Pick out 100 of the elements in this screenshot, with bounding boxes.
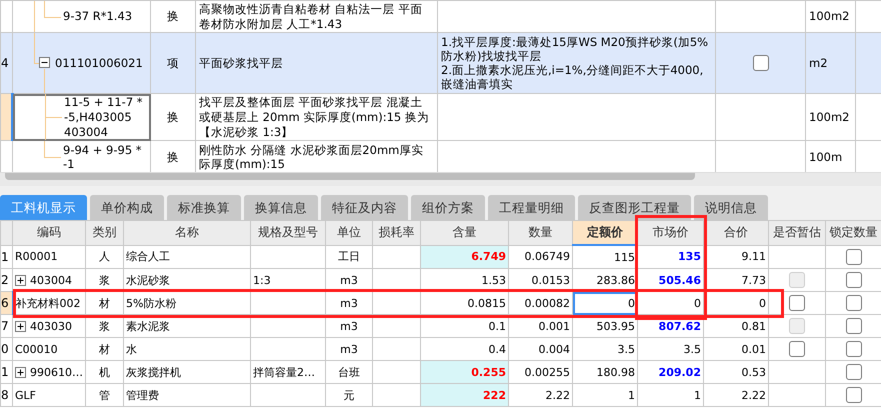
unit-text: 100m bbox=[809, 150, 842, 164]
column-header[interactable]: 含量 bbox=[420, 220, 508, 245]
row-number: 8 bbox=[0, 384, 12, 406]
total-cell: 0 bbox=[759, 296, 766, 310]
expand-icon[interactable] bbox=[15, 320, 26, 332]
name-cell: 素水泥浆 bbox=[126, 320, 170, 332]
collapse-icon[interactable] bbox=[39, 57, 50, 68]
checkbox[interactable] bbox=[846, 387, 862, 403]
content-cell: 1.53 bbox=[482, 274, 506, 286]
column-header[interactable]: 锁定数量 bbox=[826, 220, 881, 245]
column-header[interactable]: 编码 bbox=[12, 220, 86, 245]
tab[interactable]: 工程量明细 bbox=[488, 195, 575, 220]
price-cell: 0 bbox=[628, 296, 635, 310]
quantity-cell: 0.004 bbox=[538, 342, 570, 356]
tree-line bbox=[34, 2, 35, 32]
item-name: 高聚物改性沥青自粘卷材 自粘法一层 平面卷材防水附加层 人工*1.43 bbox=[199, 2, 422, 30]
checkbox[interactable] bbox=[846, 272, 862, 288]
type-text: 换 bbox=[167, 110, 179, 124]
tab[interactable]: 反查图形工程量 bbox=[578, 195, 691, 220]
feature-text: 1.找平层厚度:最薄处15厚WS M20预拌砂浆(加5%防水粉)找坡找平层 2.面上撒素水泥压光,i=1%,分缝间距不大于4000,嵌缝油膏填实 bbox=[441, 35, 708, 91]
type-cell: 材 bbox=[99, 342, 110, 356]
type-text: 项 bbox=[167, 56, 179, 70]
total-cell: 0.01 bbox=[742, 342, 766, 356]
quantity-cell: 0.00255 bbox=[524, 366, 570, 378]
column-header[interactable]: 市场价 bbox=[638, 220, 704, 245]
type-text: 换 bbox=[167, 150, 179, 164]
code-cell: GLF bbox=[15, 388, 36, 402]
price-cell: 209.02 bbox=[658, 366, 701, 378]
tab[interactable]: 标准换算 bbox=[167, 195, 241, 220]
column-header[interactable]: 数量 bbox=[508, 220, 572, 245]
tab[interactable]: 换算信息 bbox=[244, 195, 318, 220]
spec-cell: 1:3 bbox=[253, 274, 271, 286]
unit-cell: m3 bbox=[340, 320, 358, 332]
total-cell: 0.53 bbox=[742, 366, 766, 378]
checkbox[interactable] bbox=[752, 55, 768, 71]
item-name: 平面砂浆找平层 bbox=[199, 56, 283, 70]
content-cell: 0.0815 bbox=[468, 296, 506, 310]
column-header[interactable]: 类别 bbox=[86, 220, 124, 245]
row-number: 0 bbox=[0, 338, 12, 360]
code-text: 011101006021 bbox=[55, 56, 143, 70]
quantity-cell: 0.06749 bbox=[524, 250, 570, 264]
column-header[interactable]: 定额价 bbox=[572, 220, 638, 245]
unit-cell: 工日 bbox=[338, 250, 360, 264]
row-number: 4 bbox=[2, 56, 9, 70]
code-cell: C00010 bbox=[15, 342, 58, 356]
name-cell: 灰浆搅拌机 bbox=[126, 366, 181, 378]
unit-cell: m3 bbox=[340, 274, 358, 286]
tree-line bbox=[44, 142, 61, 158]
content-cell: 6.749 bbox=[471, 250, 506, 264]
content-cell: 0.255 bbox=[471, 366, 506, 378]
type-cell: 管 bbox=[99, 388, 110, 402]
name-cell: 5%防水粉 bbox=[126, 296, 176, 310]
row-number: 1 bbox=[0, 360, 12, 384]
column-header[interactable]: 规格及型号 bbox=[250, 220, 326, 245]
tree-line bbox=[44, 69, 45, 92]
tab[interactable]: 说明信息 bbox=[694, 195, 768, 220]
unit-text: 100m2 bbox=[809, 110, 850, 124]
code-text: 11-5 + 11-7 * -5,H403005 403004 bbox=[64, 94, 143, 140]
horizontal-scrollbar[interactable] bbox=[0, 172, 881, 186]
checkbox[interactable] bbox=[846, 248, 862, 265]
checkbox[interactable] bbox=[846, 318, 862, 334]
checkbox[interactable] bbox=[846, 295, 862, 311]
column-header[interactable]: 损耗率 bbox=[372, 220, 420, 245]
type-cell: 机 bbox=[99, 366, 110, 378]
tree-line bbox=[44, 2, 61, 18]
checkbox[interactable] bbox=[846, 341, 862, 357]
expand-icon[interactable] bbox=[15, 274, 26, 286]
column-header[interactable]: 名称 bbox=[124, 220, 250, 245]
checkbox[interactable] bbox=[789, 341, 805, 357]
code-cell: 403004 bbox=[30, 274, 72, 286]
unit-text: 100m2 bbox=[809, 9, 850, 23]
price-cell: 807.62 bbox=[658, 320, 701, 332]
row-number: 7 bbox=[0, 314, 12, 338]
code-cell: 990610… bbox=[30, 366, 83, 378]
tab[interactable]: 组价方案 bbox=[411, 195, 485, 220]
name-cell: 水泥砂浆 bbox=[126, 274, 170, 286]
column-header[interactable]: 单位 bbox=[326, 220, 372, 245]
price-cell: 503.95 bbox=[596, 320, 635, 332]
expand-icon[interactable] bbox=[15, 366, 26, 378]
tab[interactable]: 单价构成 bbox=[90, 195, 164, 220]
price-cell: 505.46 bbox=[658, 274, 701, 286]
unit-text: m2 bbox=[809, 56, 828, 70]
type-cell: 浆 bbox=[99, 320, 110, 332]
item-name: 找平层及整体面层 平面砂浆找平层 混凝土或硬基层上 20mm 实际厚度(mm):15 换为【水泥砂浆 1:3】 bbox=[199, 94, 429, 138]
name-cell: 综合人工 bbox=[126, 250, 170, 264]
total-cell: 0.81 bbox=[742, 320, 766, 332]
checkbox[interactable] bbox=[789, 295, 805, 311]
unit-cell: m3 bbox=[340, 296, 358, 310]
row-number: 6 bbox=[0, 292, 12, 314]
code-text: 9-94 + 9-95 * -1 bbox=[63, 142, 142, 170]
content-cell: 222 bbox=[483, 388, 506, 402]
column-header[interactable]: 是否暂估 bbox=[768, 220, 826, 245]
code-text: 9-37 R*1.43 bbox=[63, 9, 132, 24]
total-cell: 2.22 bbox=[742, 388, 766, 402]
scrollbar-thumb[interactable] bbox=[5, 173, 695, 180]
checkbox[interactable] bbox=[846, 364, 862, 380]
price-cell: 1 bbox=[628, 388, 635, 402]
price-cell: 115 bbox=[614, 250, 635, 264]
tab[interactable]: 特征及内容 bbox=[321, 195, 408, 220]
price-cell: 135 bbox=[678, 250, 701, 264]
